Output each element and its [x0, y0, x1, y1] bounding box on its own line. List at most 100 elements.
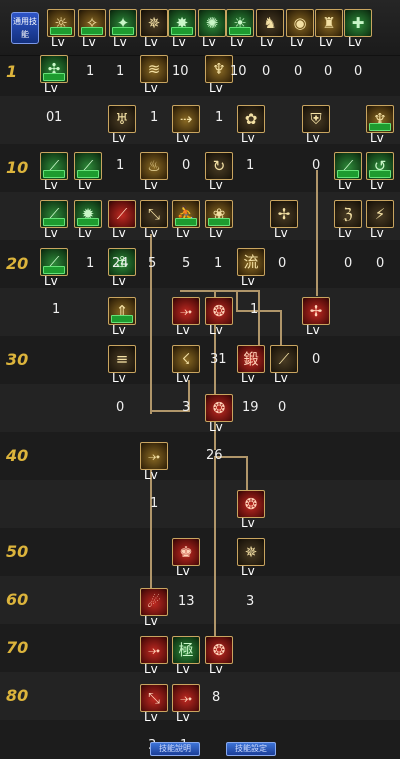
skill-icon[interactable]: ♆	[205, 55, 233, 83]
skill-icon[interactable]: ⇑	[108, 297, 136, 325]
skill-icon[interactable]: ☇	[172, 345, 200, 373]
general-skills-tab[interactable]: 通用技能	[11, 12, 39, 44]
skill-icon[interactable]: ☼	[47, 9, 75, 37]
skill-glyph-icon: ⤞	[179, 689, 192, 707]
skill-level-label: Lv	[306, 323, 320, 337]
skill-icon[interactable]: 鍛	[237, 345, 265, 373]
skill-icon[interactable]: ☀	[226, 9, 254, 37]
skill-icon[interactable]: ⛨	[302, 105, 330, 133]
skill-info-button[interactable]: 技能說明	[150, 742, 200, 756]
skill-icon[interactable]: ⟋	[40, 248, 68, 276]
skill-icon[interactable]: ⟋	[270, 345, 298, 373]
skill-icon[interactable]: ⟋	[40, 200, 68, 228]
skill-point-value: 10	[172, 64, 189, 79]
skill-icon[interactable]: ♚	[172, 538, 200, 566]
skill-icon[interactable]: ✸	[168, 9, 196, 37]
skill-level-label: Lv	[241, 371, 255, 385]
skill-icon[interactable]: ⤞	[172, 297, 200, 325]
skill-settings-button[interactable]: 技能設定	[226, 742, 276, 756]
skill-glyph-icon: ❂	[212, 399, 226, 417]
skill-badge-icon	[208, 218, 230, 226]
skill-point-value: 1	[150, 496, 159, 511]
skill-badge-icon	[229, 27, 251, 35]
skill-point-value: 19	[242, 400, 259, 415]
skill-icon[interactable]: ↺	[366, 152, 394, 180]
skill-level-label: Lv	[44, 81, 58, 95]
skill-icon[interactable]: ⟋	[108, 200, 136, 228]
skill-badge-icon	[175, 218, 197, 226]
skill-icon[interactable]: ✺	[198, 9, 226, 37]
skill-icon[interactable]: ✢	[302, 297, 330, 325]
skill-icon[interactable]: ♞	[256, 9, 284, 37]
skill-icon[interactable]: ❂	[237, 490, 265, 518]
skill-icon[interactable]: 極	[172, 636, 200, 664]
skill-icon[interactable]: ❂	[205, 636, 233, 664]
skill-level-label: Lv	[370, 226, 384, 240]
skill-icon[interactable]: ⤡	[140, 684, 168, 712]
skill-glyph-icon: ≡	[115, 350, 129, 368]
skill-icon[interactable]: ✣	[40, 55, 68, 83]
skill-icon[interactable]: ⤞	[140, 636, 168, 664]
skill-icon[interactable]: ♅	[108, 105, 136, 133]
skill-icon[interactable]: ⟋	[74, 152, 102, 180]
skill-icon[interactable]: ✵	[140, 9, 168, 37]
skill-icon[interactable]: ✢	[270, 200, 298, 228]
level-label: 1	[6, 62, 18, 81]
skill-badge-icon	[43, 266, 65, 274]
skill-icon[interactable]: ✧	[78, 9, 106, 37]
skill-level-label: Lv	[112, 131, 126, 145]
skill-icon[interactable]: ≡	[108, 345, 136, 373]
skill-level-label: Lv	[78, 178, 92, 192]
skill-icon[interactable]: ✚	[344, 9, 372, 37]
skill-icon[interactable]: ♆	[366, 105, 394, 133]
skill-badge-icon	[337, 170, 359, 178]
skill-icon[interactable]: ⇢	[172, 105, 200, 133]
skill-level-label: Lv	[112, 226, 126, 240]
skill-icon[interactable]: ⤡	[140, 200, 168, 228]
skill-glyph-icon: ⤡	[147, 689, 160, 707]
skill-point-value: 26	[206, 448, 223, 463]
skill-glyph-icon: 鍛	[243, 350, 259, 368]
skill-level-label: Lv	[338, 178, 352, 192]
skill-glyph-icon: ♨	[147, 157, 161, 175]
skill-level-label: Lv	[113, 35, 127, 49]
skill-badge-icon	[369, 123, 391, 131]
skill-icon[interactable]: 流	[237, 248, 265, 276]
skill-level-label: Lv	[176, 371, 190, 385]
skill-icon[interactable]: ⚡	[366, 200, 394, 228]
skill-level-label: Lv	[274, 226, 288, 240]
skill-icon[interactable]: ⟋	[334, 152, 362, 180]
skill-point-value: 1	[150, 110, 159, 125]
skill-point-value: 1	[54, 110, 63, 125]
skill-point-value: 0	[312, 352, 321, 367]
skill-icon[interactable]: ❂	[205, 297, 233, 325]
skill-tree-window: 通用技能 1 10 20 30 40 50 60 70 80 ☼ Lv ✧ Lv ✦ Lv ✵ Lv ✸ Lv ✺ Lv…	[0, 0, 400, 759]
skill-icon[interactable]: ❀	[205, 200, 233, 228]
skill-glyph-icon: ◉	[293, 14, 307, 32]
skill-icon[interactable]: ✿	[237, 105, 265, 133]
skill-icon[interactable]: ♨	[140, 152, 168, 180]
skill-level-label: Lv	[209, 226, 223, 240]
skill-icon[interactable]: ⤞	[140, 442, 168, 470]
skill-icon[interactable]: ✦	[109, 9, 137, 37]
level-label: 50	[6, 542, 29, 561]
skill-icon[interactable]: ◉	[286, 9, 314, 37]
skill-badge-icon	[112, 27, 134, 35]
skill-icon[interactable]: ✹	[74, 200, 102, 228]
tree-connector-line	[280, 310, 282, 350]
skill-icon[interactable]: ☄	[140, 588, 168, 616]
skill-badge-icon	[43, 218, 65, 226]
skill-glyph-icon: ⤞	[147, 447, 160, 465]
skill-icon[interactable]: ⟋	[40, 152, 68, 180]
skill-icon[interactable]: ≋	[140, 55, 168, 83]
skill-level-label: Lv	[112, 323, 126, 337]
skill-icon[interactable]: ⛹	[172, 200, 200, 228]
skill-icon[interactable]: ✵	[237, 538, 265, 566]
skill-icon[interactable]: ❂	[205, 394, 233, 422]
skill-icon[interactable]: ⤞	[172, 684, 200, 712]
tree-connector-line	[238, 310, 282, 312]
skill-icon[interactable]: ℨ	[334, 200, 362, 228]
skill-icon[interactable]: ↻	[205, 152, 233, 180]
skill-icon[interactable]: ♜	[315, 9, 343, 37]
skill-glyph-icon: ⛨	[310, 110, 322, 128]
